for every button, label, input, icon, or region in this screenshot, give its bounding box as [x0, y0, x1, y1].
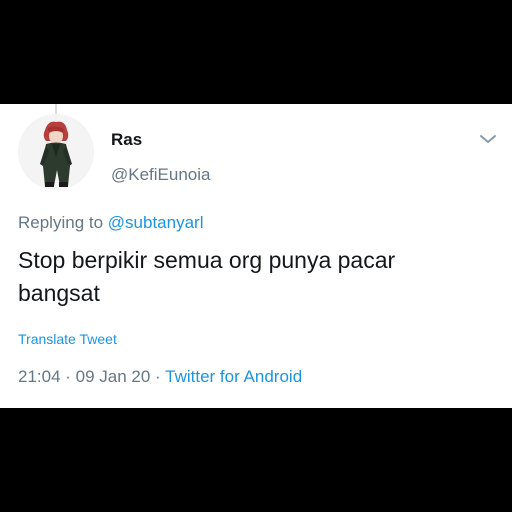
- translate-tweet-link[interactable]: Translate Tweet: [18, 331, 117, 347]
- tweet-timestamp[interactable]: 21:04 · 09 Jan 20 ·: [18, 367, 161, 386]
- tweet-text: Stop berpikir semua org punya pacar bang…: [18, 244, 488, 310]
- screenshot-frame: Ras @KefiEunoia Replying to @subtanyarl …: [0, 0, 512, 512]
- replying-to-label: Replying to: [18, 213, 104, 232]
- tweet-metadata: 21:04 · 09 Jan 20 · Twitter for Android: [18, 367, 302, 387]
- replying-to-line: Replying to @subtanyarl: [18, 213, 204, 233]
- reply-mention-link[interactable]: @subtanyarl: [108, 213, 204, 232]
- chevron-down-icon[interactable]: [478, 131, 498, 147]
- display-name[interactable]: Ras: [111, 130, 142, 150]
- tweet-source-link[interactable]: Twitter for Android: [165, 367, 302, 386]
- avatar[interactable]: [18, 114, 94, 190]
- tweet-text-line: Stop berpikir semua org punya pacar: [18, 247, 396, 273]
- tweet-text-line: bangsat: [18, 280, 100, 306]
- avatar-image: [18, 114, 94, 190]
- thread-connector-line: [55, 104, 57, 114]
- user-handle[interactable]: @KefiEunoia: [111, 165, 211, 185]
